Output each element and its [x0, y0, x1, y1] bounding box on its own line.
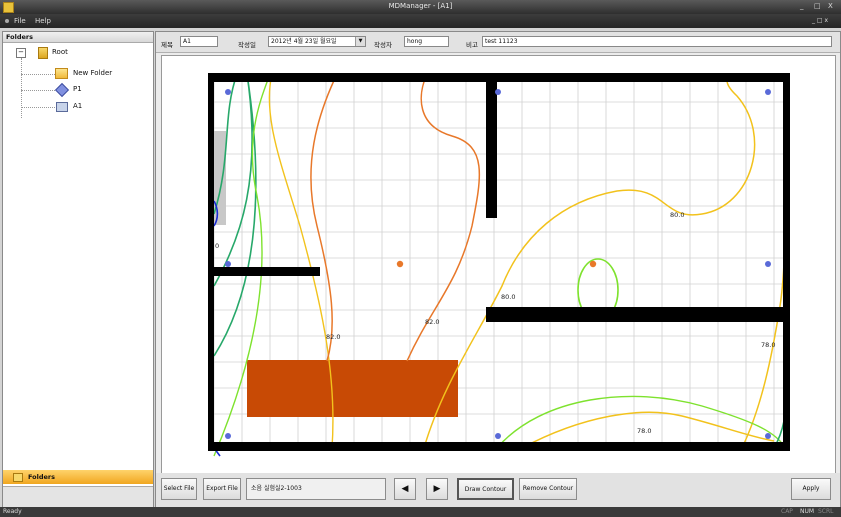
prev-button[interactable]: ◀	[394, 478, 416, 500]
contour-label-edge: 0	[215, 242, 219, 250]
author-label: 작성자	[374, 41, 392, 49]
draw-contour-button[interactable]: Draw Contour	[457, 478, 514, 500]
status-bar: Ready CAP NUM SCRL	[0, 507, 841, 517]
cap-indicator: CAP	[781, 508, 793, 515]
document-area: 제목 A1 작성일 2012년 4월 23일 월요일 ▼ 작성자 hong 비고…	[155, 31, 841, 509]
contour-label-82-left: 82.0	[326, 333, 340, 341]
title-label: 제목	[161, 41, 173, 49]
room-block	[247, 360, 458, 417]
contour-map[interactable]: 82.0 82.0 80.0 80.0 78.0 78.0 0	[162, 56, 835, 474]
bottom-toolbar: Select File Export File 소음 실험실2-1003 ◀ ▶…	[156, 473, 840, 508]
mdi-child-icon[interactable]	[5, 19, 9, 23]
title-field[interactable]: A1	[180, 36, 218, 47]
tree-node-a1[interactable]: A1	[73, 102, 82, 110]
select-file-button[interactable]: Select File	[161, 478, 197, 500]
window-title: MDManager - [A1]	[388, 2, 453, 10]
author-field[interactable]: hong	[404, 36, 449, 47]
tree-node-new-folder[interactable]: New Folder	[73, 69, 112, 77]
note-label: 비고	[466, 41, 478, 49]
apply-button[interactable]: Apply	[791, 478, 831, 500]
folders-panel: Folders − Root New Folder P1 A1 Folders	[2, 31, 154, 509]
metadata-form: 제목 A1 작성일 2012년 4월 23일 월요일 ▼ 작성자 hong 비고…	[156, 32, 840, 53]
minimize-button[interactable]: _	[800, 2, 804, 10]
contour-light-green-bottom	[496, 395, 785, 449]
mdi-window-controls[interactable]: _ □ x	[812, 17, 828, 24]
title-bar: MDManager - [A1] _ □ X	[0, 0, 841, 14]
contour-label-80-top: 80.0	[670, 211, 684, 219]
folders-tab[interactable]: Folders	[3, 470, 153, 484]
chevron-down-icon[interactable]: ▼	[355, 37, 365, 46]
menu-file[interactable]: File	[14, 17, 26, 25]
menu-bar: File Help _ □ x	[0, 14, 841, 28]
contour-label-82-right: 82.0	[425, 318, 439, 326]
status-text: Ready	[3, 508, 22, 515]
next-button[interactable]: ▶	[426, 478, 448, 500]
close-button[interactable]: X	[828, 2, 833, 10]
contour-blue	[213, 200, 221, 457]
folder-icon	[55, 68, 68, 79]
project-icon	[54, 82, 70, 98]
folders-header: Folders	[3, 32, 153, 43]
date-value: 2012년 4월 23일 월요일	[271, 38, 337, 45]
date-label: 작성일	[238, 41, 256, 49]
root-icon	[38, 47, 48, 59]
folders-tab-icon	[13, 472, 23, 482]
maximize-button[interactable]: □	[814, 2, 821, 10]
scrl-indicator: SCRL	[818, 508, 834, 515]
tree-node-root[interactable]: Root	[52, 48, 68, 56]
contour-orange-2	[406, 73, 481, 362]
tree-node-p1[interactable]: P1	[73, 85, 82, 93]
note-field[interactable]: test 11123	[482, 36, 832, 47]
root-expander[interactable]: −	[16, 48, 26, 58]
contour-orange-1	[310, 73, 338, 362]
menu-help[interactable]: Help	[35, 17, 51, 25]
date-picker[interactable]: 2012년 4월 23일 월요일 ▼	[268, 36, 366, 47]
num-indicator: NUM	[800, 508, 815, 515]
contour-label-78-bottom: 78.0	[637, 427, 651, 435]
contour-label-80-mid: 80.0	[501, 293, 515, 301]
file-name-field[interactable]: 소음 실험실2-1003	[246, 478, 386, 500]
folder-tree: − Root New Folder P1 A1	[3, 44, 153, 464]
contour-label-78-right: 78.0	[761, 341, 775, 349]
contour-canvas[interactable]: 82.0 82.0 80.0 80.0 78.0 78.0 0	[161, 55, 836, 475]
remove-contour-button[interactable]: Remove Contour	[519, 478, 577, 500]
drawing-icon	[56, 102, 68, 112]
export-file-button[interactable]: Export File	[203, 478, 241, 500]
folders-tab-label: Folders	[28, 473, 56, 481]
panel-footer	[3, 486, 153, 507]
